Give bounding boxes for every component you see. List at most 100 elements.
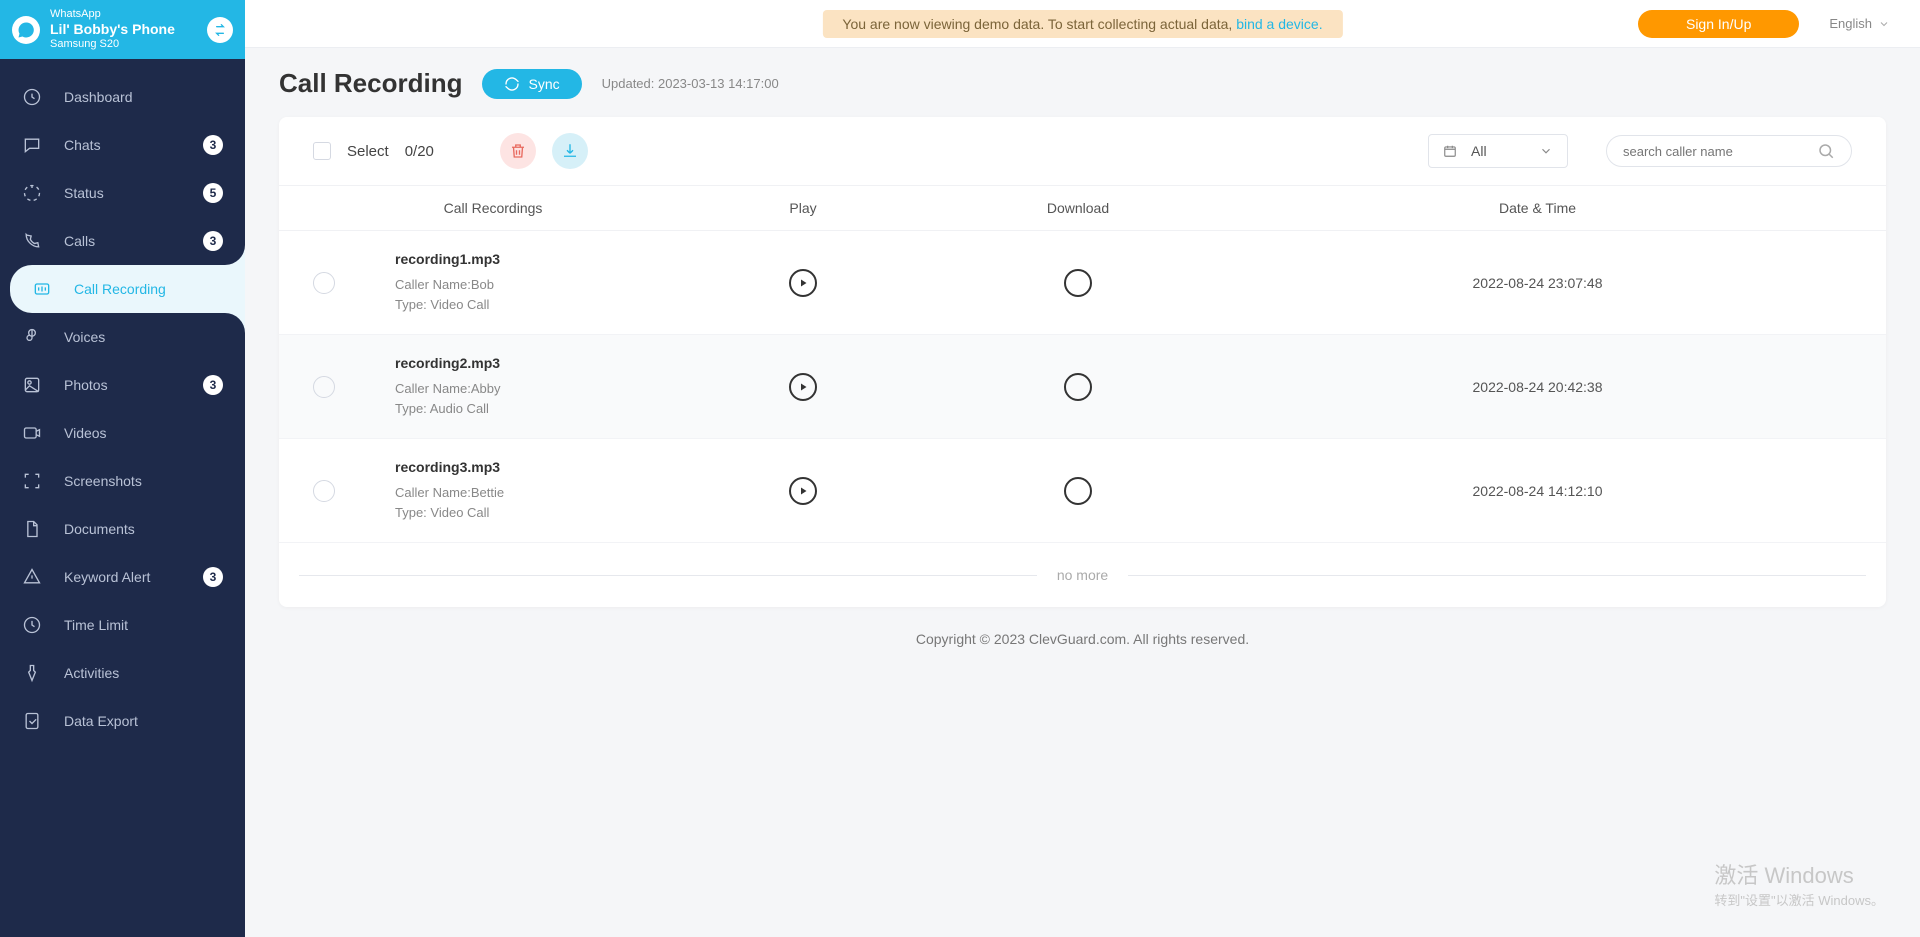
file-name: recording3.mp3: [395, 459, 673, 475]
filter-value: All: [1471, 143, 1487, 159]
table-row: recording2.mp3Caller Name:AbbyType: Audi…: [279, 335, 1886, 439]
sidebar-item-keyword-alert[interactable]: Keyword Alert3: [0, 553, 245, 601]
download-arrow-icon: [1072, 381, 1084, 393]
download-button[interactable]: [1064, 477, 1092, 505]
download-all-button[interactable]: [552, 133, 588, 169]
device-name: Lil' Bobby's Phone: [50, 21, 197, 38]
nav-label: Time Limit: [64, 617, 223, 633]
topbar: You are now viewing demo data. To start …: [245, 0, 1920, 48]
nav-label: Keyword Alert: [64, 569, 203, 585]
play-button[interactable]: [789, 373, 817, 401]
search-input[interactable]: [1623, 144, 1817, 159]
trash-icon: [509, 142, 527, 160]
device-platform: WhatsApp: [50, 8, 197, 21]
footer: Copyright © 2023 ClevGuard.com. All righ…: [279, 607, 1886, 687]
nav-badge: 3: [203, 375, 223, 395]
sidebar-item-photos[interactable]: Photos3: [0, 361, 245, 409]
demo-text: You are now viewing demo data. To start …: [842, 16, 1236, 32]
download-button[interactable]: [1064, 373, 1092, 401]
nav-icon: [22, 183, 42, 203]
download-arrow-icon: [1072, 277, 1084, 289]
row-info: recording2.mp3Caller Name:AbbyType: Audi…: [395, 355, 673, 418]
table-header: Call Recordings Play Download Date & Tim…: [279, 186, 1886, 231]
sidebar-item-time-limit[interactable]: Time Limit: [0, 601, 245, 649]
nav-badge: 3: [203, 567, 223, 587]
page-heading: Call Recording Sync Updated: 2023-03-13 …: [279, 68, 1886, 99]
row-select[interactable]: [313, 272, 335, 294]
nav-label: Activities: [64, 665, 223, 681]
sidebar-item-screenshots[interactable]: Screenshots: [0, 457, 245, 505]
sidebar-item-chats[interactable]: Chats3: [0, 121, 245, 169]
select-all-checkbox[interactable]: [313, 142, 331, 160]
nav-icon: [22, 567, 42, 587]
page-title: Call Recording: [279, 68, 462, 99]
sidebar-item-activities[interactable]: Activities: [0, 649, 245, 697]
row-datetime: 2022-08-24 14:12:10: [1223, 483, 1852, 499]
table-row: recording3.mp3 Caller Name:BettieType: Vi…: [279, 439, 1886, 543]
caller-name: Caller Name:Abby: [395, 379, 673, 399]
language-label: English: [1829, 16, 1872, 31]
download-icon: [561, 142, 579, 160]
sidebar-item-videos[interactable]: Videos: [0, 409, 245, 457]
sidebar-item-calls[interactable]: Calls3: [0, 217, 245, 265]
caller-name: Caller Name:Bettie: [395, 483, 673, 503]
col-datetime: Date & Time: [1223, 200, 1852, 216]
file-name: recording1.mp3: [395, 251, 673, 267]
nav-badge: 5: [203, 183, 223, 203]
play-button[interactable]: [789, 269, 817, 297]
nav-label: Data Export: [64, 713, 223, 729]
row-info: recording3.mp3 Caller Name:BettieType: Vi…: [395, 459, 673, 522]
whatsapp-icon: [12, 16, 40, 44]
sidebar-item-status[interactable]: Status5: [0, 169, 245, 217]
nav-label: Calls: [64, 233, 203, 249]
recordings-card: Select 0/20 All Call Recordings: [279, 117, 1886, 607]
play-button[interactable]: [789, 477, 817, 505]
nav-label: Voices: [64, 329, 223, 345]
nav: DashboardChats3Status5Calls3Call Recordi…: [0, 59, 245, 745]
calendar-icon: [1443, 144, 1457, 158]
nav-label: Chats: [64, 137, 203, 153]
call-type: Type: Audio Call: [395, 399, 673, 419]
play-icon: [797, 381, 809, 393]
signin-button[interactable]: Sign In/Up: [1638, 10, 1799, 38]
delete-button[interactable]: [500, 133, 536, 169]
download-button[interactable]: [1064, 269, 1092, 297]
demo-banner: You are now viewing demo data. To start …: [822, 10, 1342, 38]
search-box[interactable]: [1606, 135, 1852, 167]
sync-button[interactable]: Sync: [482, 69, 581, 99]
col-recordings: Call Recordings: [313, 200, 673, 216]
updated-text: Updated: 2023-03-13 14:17:00: [602, 76, 779, 91]
nav-icon: [22, 375, 42, 395]
switch-device-icon[interactable]: [207, 17, 233, 43]
sidebar-item-call-recording[interactable]: Call Recording: [10, 265, 245, 313]
nav-icon: [32, 279, 52, 299]
row-select[interactable]: [313, 376, 335, 398]
nav-icon: [22, 231, 42, 251]
nav-icon: [22, 615, 42, 635]
table-row: recording1.mp3Caller Name:BobType: Video…: [279, 231, 1886, 335]
main: Call Recording Sync Updated: 2023-03-13 …: [245, 48, 1920, 937]
nav-label: Videos: [64, 425, 223, 441]
chevron-down-icon: [1878, 18, 1890, 30]
device-header[interactable]: WhatsApp Lil' Bobby's Phone Samsung S20: [0, 0, 245, 59]
nav-icon: [22, 135, 42, 155]
device-info: WhatsApp Lil' Bobby's Phone Samsung S20: [50, 8, 197, 51]
call-type: Type: Video Call: [395, 503, 673, 523]
row-select[interactable]: [313, 480, 335, 502]
sidebar: WhatsApp Lil' Bobby's Phone Samsung S20 …: [0, 0, 245, 937]
sidebar-item-documents[interactable]: Documents: [0, 505, 245, 553]
sidebar-item-voices[interactable]: Voices: [0, 313, 245, 361]
device-model: Samsung S20: [50, 38, 197, 51]
nav-icon: [22, 327, 42, 347]
filter-select[interactable]: All: [1428, 134, 1568, 168]
bind-device-link[interactable]: bind a device.: [1236, 16, 1322, 32]
sidebar-item-data-export[interactable]: Data Export: [0, 697, 245, 745]
select-label: Select: [347, 143, 389, 160]
language-selector[interactable]: English: [1829, 16, 1890, 31]
nav-label: Documents: [64, 521, 223, 537]
nav-icon: [22, 423, 42, 443]
nav-icon: [22, 471, 42, 491]
nav-icon: [22, 711, 42, 731]
sidebar-item-dashboard[interactable]: Dashboard: [0, 73, 245, 121]
col-play: Play: [673, 200, 933, 216]
